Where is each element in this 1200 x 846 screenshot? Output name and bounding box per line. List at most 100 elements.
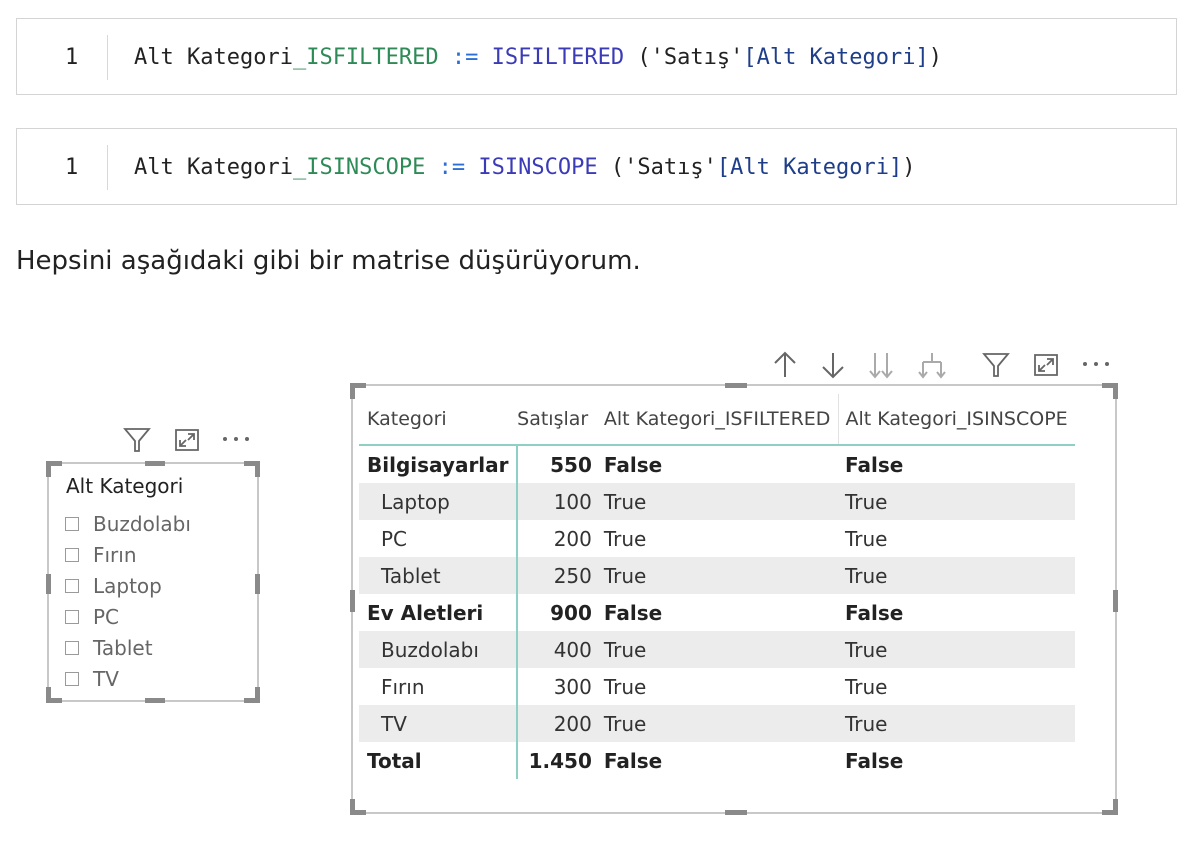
sales-value: 200 <box>553 526 592 551</box>
column-header-isinscope[interactable]: Alt Kategori_ISINSCOPE <box>838 394 1075 446</box>
resize-handle[interactable] <box>350 383 355 399</box>
row-label: Buzdolabı <box>359 631 519 668</box>
resize-handle[interactable] <box>255 687 260 703</box>
resize-handle[interactable] <box>145 461 165 466</box>
resize-handle[interactable] <box>46 574 51 594</box>
code-block-isinscope: 1 Alt Kategori_ISINSCOPE := ISINSCOPE ('… <box>16 128 1177 205</box>
slicer-list: Buzdolabı Fırın Laptop PC Tablet TV <box>65 508 191 694</box>
table-row[interactable]: Fırın 300 True True <box>359 668 1075 705</box>
row-label: Ev Aletleri <box>359 594 519 631</box>
assign-operator: := <box>438 155 466 180</box>
resize-handle[interactable] <box>1113 590 1118 612</box>
resize-handle[interactable] <box>255 574 260 594</box>
table-row[interactable]: Ev Aletleri 900 False False <box>359 594 1075 631</box>
column-header-kategori[interactable]: Kategori <box>359 394 518 446</box>
slicer-item[interactable]: Tablet <box>65 632 191 663</box>
isfiltered-value: True <box>603 705 839 742</box>
code-line: Alt Kategori_ISINSCOPE := ISINSCOPE ('Sa… <box>134 129 916 206</box>
isinscope-value: True <box>838 705 1075 742</box>
resize-handle[interactable] <box>350 590 355 612</box>
gutter-divider <box>107 145 108 190</box>
arrow-down-icon[interactable] <box>819 350 847 380</box>
row-label: PC <box>359 520 519 557</box>
sales-value: 1.450 <box>528 748 592 773</box>
checkbox[interactable] <box>65 609 79 624</box>
resize-handle[interactable] <box>350 799 355 815</box>
slicer-item-label: Buzdolabı <box>93 511 191 536</box>
slicer-item[interactable]: Laptop <box>65 570 191 601</box>
total-row[interactable]: Total 1.450 False False <box>359 742 1075 779</box>
isinscope-value: False <box>844 600 904 625</box>
table-row[interactable]: Bilgisayarlar 550 False False <box>359 445 1075 483</box>
filter-icon[interactable] <box>981 351 1011 379</box>
row-label: Tablet <box>359 557 519 594</box>
resize-handle[interactable] <box>46 687 51 703</box>
resize-handle[interactable] <box>46 461 51 477</box>
expand-hierarchy-icon[interactable] <box>917 350 947 380</box>
sales-value: 900 <box>550 600 592 625</box>
isfiltered-value: False <box>603 748 663 773</box>
checkbox[interactable] <box>65 640 79 655</box>
table-row[interactable]: Laptop 100 True True <box>359 483 1075 520</box>
gutter-divider <box>107 35 108 80</box>
function-name: ISINSCOPE <box>478 155 598 180</box>
checkbox[interactable] <box>65 671 79 686</box>
table-row[interactable]: Tablet 250 True True <box>359 557 1075 594</box>
more-options-icon[interactable] <box>1081 359 1111 369</box>
matrix-visual[interactable]: Kategori Satışlar Alt Kategori_ISFILTERE… <box>350 383 1118 815</box>
resize-handle[interactable] <box>1113 799 1118 815</box>
function-name: ISFILTERED <box>491 45 625 70</box>
measure-suffix: _ISFILTERED <box>292 45 439 70</box>
slicer-item-label: TV <box>93 666 119 691</box>
arrow-up-icon[interactable] <box>771 350 799 380</box>
resize-handle[interactable] <box>255 461 260 477</box>
body-paragraph: Hepsini aşağıdaki gibi bir matrise düşür… <box>16 246 641 276</box>
isfiltered-value: False <box>603 600 663 625</box>
slicer-item-label: Tablet <box>93 635 153 660</box>
isinscope-value: True <box>838 557 1075 594</box>
sales-value: 300 <box>553 674 592 699</box>
resize-handle[interactable] <box>1113 383 1118 399</box>
column-header-satislar[interactable]: Satışlar <box>517 394 604 446</box>
double-arrow-down-icon[interactable] <box>866 350 896 380</box>
column-name: [Alt Kategori] <box>743 45 929 70</box>
sales-value: 100 <box>517 483 604 520</box>
slicer-item[interactable]: Buzdolabı <box>65 508 191 539</box>
open-paren: ( <box>610 155 625 180</box>
table-row[interactable]: Buzdolabı 400 True True <box>359 631 1075 668</box>
checkbox[interactable] <box>65 516 79 531</box>
measure-name: Alt Kategori <box>134 45 293 70</box>
row-label: Total <box>359 742 519 779</box>
measure-name: Alt Kategori <box>134 155 293 180</box>
open-paren: ( <box>637 45 651 70</box>
table-row[interactable]: PC 200 True True <box>359 520 1075 557</box>
assign-operator: := <box>451 45 479 70</box>
slicer-visual[interactable]: Alt Kategori Buzdolabı Fırın Laptop PC T… <box>46 461 260 703</box>
column-name: [Alt Kategori] <box>716 155 903 180</box>
row-label: Laptop <box>359 483 519 520</box>
code-block-isfiltered: 1 Alt Kategori_ISFILTERED := ISFILTERED … <box>16 18 1177 95</box>
resize-handle[interactable] <box>145 698 165 703</box>
focus-mode-icon[interactable] <box>172 426 202 454</box>
checkbox[interactable] <box>65 578 79 593</box>
isinscope-value: False <box>844 748 904 773</box>
resize-handle[interactable] <box>725 810 747 815</box>
resize-handle[interactable] <box>725 383 747 388</box>
slicer-item[interactable]: Fırın <box>65 539 191 570</box>
close-paren: ) <box>928 45 943 70</box>
slicer-item[interactable]: PC <box>65 601 191 632</box>
filter-icon[interactable] <box>122 426 152 454</box>
focus-mode-icon[interactable] <box>1031 351 1061 379</box>
isinscope-value: True <box>838 483 1075 520</box>
more-options-icon[interactable] <box>221 434 251 444</box>
table-row[interactable]: TV 200 True True <box>359 705 1075 742</box>
isfiltered-value: True <box>603 674 647 699</box>
sales-value: 200 <box>517 705 604 742</box>
checkbox[interactable] <box>65 547 79 562</box>
column-header-isfiltered[interactable]: Alt Kategori_ISFILTERED <box>603 394 839 446</box>
sales-value: 250 <box>517 557 604 594</box>
isinscope-value: False <box>844 452 904 477</box>
isfiltered-value: True <box>603 631 839 668</box>
sales-value: 400 <box>517 631 604 668</box>
slicer-item[interactable]: TV <box>65 663 191 694</box>
